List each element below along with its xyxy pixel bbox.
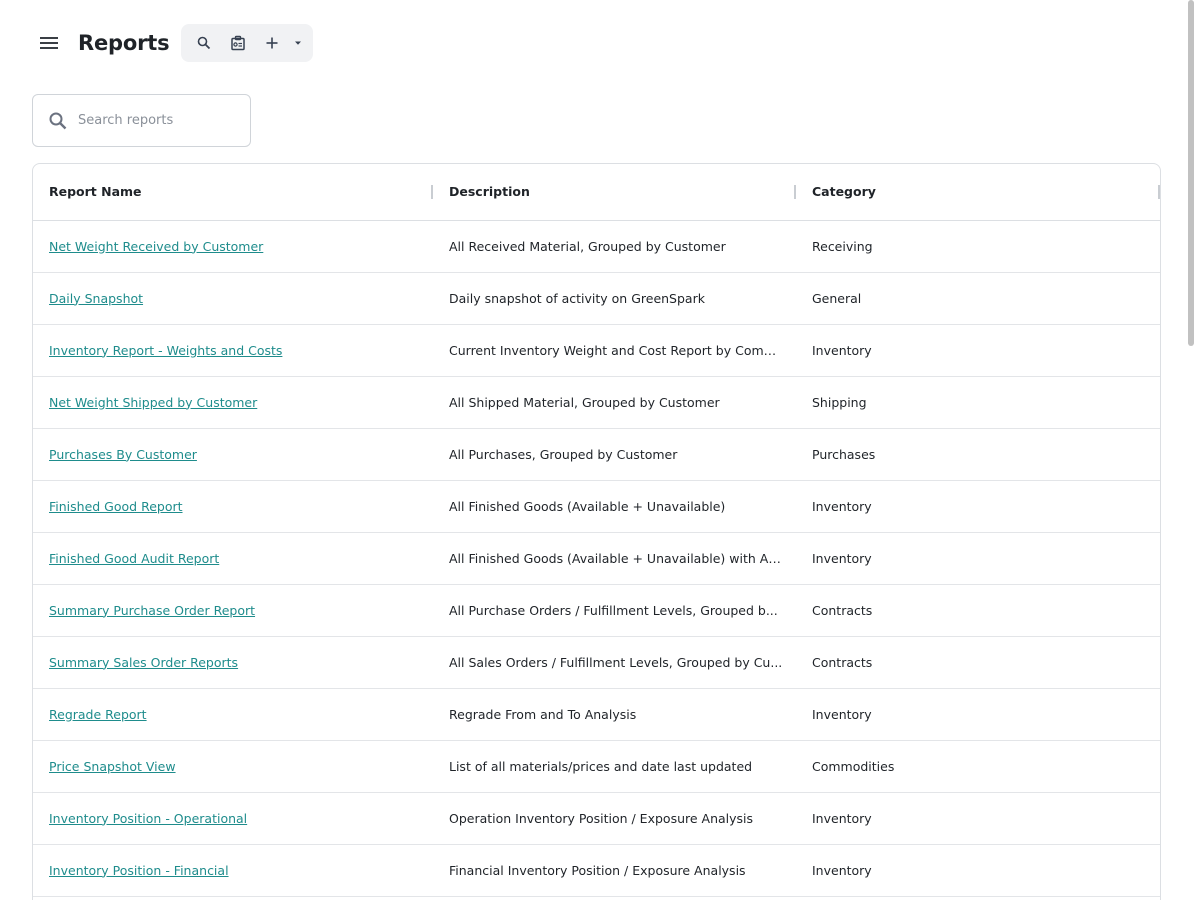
report-description: All Purchase Orders / Fulfillment Levels… <box>433 584 796 637</box>
report-link[interactable]: Finished Good Audit Report <box>49 551 219 566</box>
report-category: Inventory <box>796 480 1160 533</box>
column-header-report-name[interactable]: Report Name <box>33 164 433 221</box>
report-link[interactable]: Regrade Report <box>49 707 147 722</box>
report-description: All Finished Goods (Available + Unavaila… <box>433 532 796 585</box>
report-description: Daily snapshot of activity on GreenSpark <box>433 272 796 325</box>
table-row: Net Weight Received by Customer All Recei… <box>33 220 1160 273</box>
report-category: Contracts <box>796 584 1160 637</box>
report-category: Inventory <box>796 688 1160 741</box>
add-dropdown-button[interactable] <box>289 28 307 58</box>
table-row: Finished Good Audit Report All Finished G… <box>33 532 1160 585</box>
report-category: General <box>796 272 1160 325</box>
report-category: Inventory <box>796 844 1160 897</box>
report-category: Purchases <box>796 428 1160 481</box>
report-description: Current Inventory Weight and Cost Report… <box>433 324 796 377</box>
table-header-row: Report Name Description Category <box>33 164 1160 221</box>
report-description: All Sales Orders / Fulfillment Levels, G… <box>433 636 796 689</box>
report-link[interactable]: Inventory Report - Weights and Costs <box>49 343 282 358</box>
report-link[interactable]: Inventory Position - Financial <box>49 863 229 878</box>
report-category: Commodities <box>796 740 1160 793</box>
report-category: Receiving <box>796 220 1160 273</box>
report-link[interactable]: Price Snapshot View <box>49 759 176 774</box>
page-header: Reports <box>32 24 314 62</box>
report-description: Operation Inventory Position / Exposure … <box>433 792 796 845</box>
page-scrollbar-thumb[interactable] <box>1188 0 1194 346</box>
table-row: Price Snapshot View List of all materials… <box>33 740 1160 793</box>
report-link[interactable]: Net Weight Shipped by Customer <box>49 395 257 410</box>
report-link[interactable]: Summary Sales Order Reports <box>49 655 238 670</box>
menu-button[interactable] <box>32 26 66 60</box>
table-row: Purchases By Customer All Purchases, Grou… <box>33 428 1160 481</box>
reports-table: Report Name Description Category Net Wei… <box>33 164 1160 897</box>
menu-icon <box>40 37 58 49</box>
clipboard-icon <box>231 35 246 51</box>
table-row: Finished Good Report All Finished Goods (… <box>33 480 1160 533</box>
search-icon <box>49 112 67 129</box>
reports-table-container: Report Name Description Category Net Wei… <box>32 163 1161 900</box>
search-input[interactable] <box>78 113 238 128</box>
report-link[interactable]: Net Weight Received by Customer <box>49 239 263 254</box>
plus-icon <box>266 37 278 49</box>
table-row: Daily Snapshot Daily snapshot of activity… <box>33 272 1160 325</box>
column-header-description[interactable]: Description <box>433 164 796 221</box>
table-row: Regrade Report Regrade From and To Analys… <box>33 688 1160 741</box>
header-toolbar <box>181 24 314 62</box>
table-row: Summary Sales Order Reports All Sales Ord… <box>33 636 1160 689</box>
search-icon <box>198 36 211 50</box>
report-link[interactable]: Inventory Position - Operational <box>49 811 247 826</box>
report-link[interactable]: Finished Good Report <box>49 499 183 514</box>
table-row: Summary Purchase Order Report All Purchas… <box>33 584 1160 637</box>
report-category: Inventory <box>796 792 1160 845</box>
report-description: All Purchases, Grouped by Customer <box>433 428 796 481</box>
column-header-category[interactable]: Category <box>796 164 1160 221</box>
report-link[interactable]: Summary Purchase Order Report <box>49 603 255 618</box>
report-category: Inventory <box>796 324 1160 377</box>
report-category: Inventory <box>796 532 1160 585</box>
report-link[interactable]: Daily Snapshot <box>49 291 143 306</box>
report-description: Regrade From and To Analysis <box>433 688 796 741</box>
report-category: Contracts <box>796 636 1160 689</box>
report-description: All Received Material, Grouped by Custom… <box>433 220 796 273</box>
report-description: List of all materials/prices and date la… <box>433 740 796 793</box>
table-body: Net Weight Received by Customer All Recei… <box>33 220 1160 897</box>
table-row: Inventory Position - Operational Operatio… <box>33 792 1160 845</box>
search-button[interactable] <box>187 28 221 58</box>
report-description: All Shipped Material, Grouped by Custome… <box>433 376 796 429</box>
table-row: Inventory Position - Financial Financial … <box>33 844 1160 897</box>
report-description: Financial Inventory Position / Exposure … <box>433 844 796 897</box>
clipboard-button[interactable] <box>221 28 255 58</box>
page-title: Reports <box>78 31 170 55</box>
search-container <box>32 94 251 147</box>
report-category: Shipping <box>796 376 1160 429</box>
column-resize-handle[interactable] <box>1158 185 1160 199</box>
report-link[interactable]: Purchases By Customer <box>49 447 197 462</box>
table-row: Inventory Report - Weights and Costs Curr… <box>33 324 1160 377</box>
caret-down-icon <box>295 41 302 45</box>
report-description: All Finished Goods (Available + Unavaila… <box>433 480 796 533</box>
add-report-button[interactable] <box>255 28 289 58</box>
table-row: Net Weight Shipped by Customer All Shippe… <box>33 376 1160 429</box>
